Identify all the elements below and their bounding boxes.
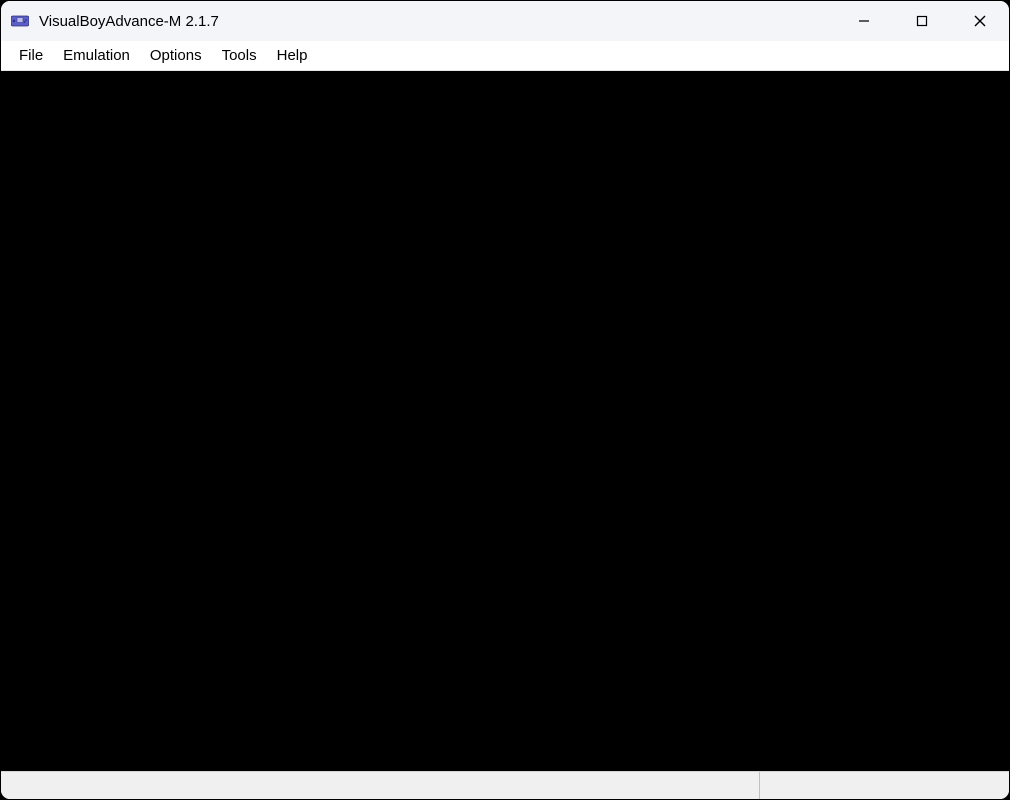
close-button[interactable] bbox=[951, 1, 1009, 41]
menu-file[interactable]: File bbox=[9, 43, 53, 68]
maximize-icon bbox=[916, 15, 928, 27]
app-window: VisualBoyAdvance-M 2.1.7 File bbox=[0, 0, 1010, 800]
vbam-app-icon bbox=[11, 14, 29, 28]
menu-emulation[interactable]: Emulation bbox=[53, 43, 140, 68]
window-title: VisualBoyAdvance-M 2.1.7 bbox=[39, 13, 219, 30]
menu-help[interactable]: Help bbox=[267, 43, 318, 68]
menu-options[interactable]: Options bbox=[140, 43, 212, 68]
menu-tools[interactable]: Tools bbox=[212, 43, 267, 68]
close-icon bbox=[973, 14, 987, 28]
statusbar-main-pane bbox=[1, 772, 759, 799]
emulator-viewport[interactable] bbox=[1, 71, 1009, 771]
minimize-button[interactable] bbox=[835, 1, 893, 41]
titlebar[interactable]: VisualBoyAdvance-M 2.1.7 bbox=[1, 1, 1009, 41]
menubar: File Emulation Options Tools Help bbox=[1, 41, 1009, 71]
minimize-icon bbox=[858, 15, 870, 27]
maximize-button[interactable] bbox=[893, 1, 951, 41]
statusbar bbox=[1, 771, 1009, 799]
statusbar-right-pane bbox=[759, 772, 1009, 799]
window-controls bbox=[835, 1, 1009, 41]
